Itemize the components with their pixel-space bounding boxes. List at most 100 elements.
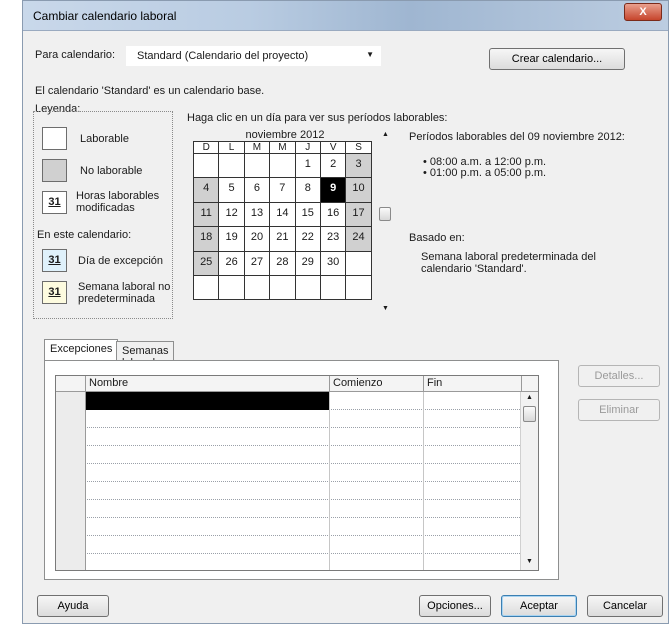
create-calendar-button[interactable]: Crear calendario... [489, 48, 625, 70]
cell-name[interactable] [86, 464, 330, 482]
calendar-day[interactable]: 6 [243, 177, 271, 203]
calendar-day[interactable]: 7 [269, 177, 296, 203]
cell-start[interactable] [330, 392, 424, 410]
calendar-day[interactable]: 2 [319, 152, 347, 179]
table-row[interactable] [56, 446, 522, 464]
tab-exceptions[interactable]: Excepciones [44, 339, 119, 360]
calendar-day[interactable] [319, 274, 347, 301]
calendar-day[interactable] [192, 274, 220, 301]
calendar-day[interactable]: 1 [294, 152, 321, 179]
calendar-day[interactable] [243, 274, 271, 301]
calendar-day[interactable]: 17 [345, 201, 372, 228]
cell-finish[interactable] [424, 428, 522, 446]
row-header[interactable] [56, 554, 86, 570]
calendar-day[interactable] [345, 274, 372, 301]
scroll-down-icon[interactable]: ▼ [526, 558, 533, 565]
cell-start[interactable] [330, 518, 424, 536]
calendar-day[interactable]: 13 [243, 201, 271, 228]
cell-start[interactable] [330, 536, 424, 554]
calendar-day[interactable]: 15 [294, 201, 321, 228]
calendar-day[interactable] [269, 152, 296, 179]
cell-start[interactable] [330, 410, 424, 428]
cell-name[interactable] [86, 482, 330, 500]
scroll-down-icon[interactable]: ▼ [382, 305, 389, 312]
calendar-day[interactable] [269, 274, 296, 301]
calendar-day[interactable]: 12 [218, 201, 245, 228]
cell-start[interactable] [330, 482, 424, 500]
cell-start[interactable] [330, 446, 424, 464]
cell-finish[interactable] [424, 410, 522, 428]
cell-start[interactable] [330, 500, 424, 518]
calendar-day[interactable] [345, 250, 372, 276]
row-header[interactable] [56, 518, 86, 536]
calendar-day[interactable]: 18 [192, 226, 220, 252]
row-header[interactable] [56, 428, 86, 446]
calendar-day[interactable]: 28 [269, 250, 296, 276]
row-header[interactable] [56, 446, 86, 464]
table-row[interactable] [56, 410, 522, 428]
cell-name[interactable] [86, 446, 330, 464]
calendar-day[interactable]: 22 [294, 226, 321, 252]
cell-name[interactable] [86, 500, 330, 518]
cell-start[interactable] [330, 554, 424, 570]
cell-finish[interactable] [424, 554, 522, 570]
calendar-day[interactable]: 29 [294, 250, 321, 276]
table-row[interactable] [56, 482, 522, 500]
calendar-select[interactable]: Standard (Calendario del proyecto) ▼ [126, 46, 381, 66]
cell-finish[interactable] [424, 446, 522, 464]
close-button[interactable]: X [624, 3, 662, 21]
cell-name[interactable] [86, 392, 330, 410]
calendar-day[interactable]: 5 [218, 177, 245, 203]
calendar-scroll-thumb[interactable] [379, 207, 391, 221]
scroll-up-icon[interactable]: ▲ [526, 394, 533, 401]
calendar-day[interactable]: 25 [192, 250, 220, 276]
calendar-day[interactable]: 8 [294, 177, 321, 203]
calendar-day[interactable]: 4 [192, 177, 220, 203]
calendar-day[interactable] [192, 152, 220, 179]
cell-name[interactable] [86, 428, 330, 446]
cell-name[interactable] [86, 518, 330, 536]
calendar-day[interactable] [243, 152, 271, 179]
cell-finish[interactable] [424, 500, 522, 518]
calendar-day[interactable] [218, 274, 245, 301]
cell-finish[interactable] [424, 392, 522, 410]
cell-name[interactable] [86, 536, 330, 554]
calendar-day[interactable] [294, 274, 321, 301]
chevron-down-icon[interactable]: ▼ [366, 50, 374, 59]
cell-finish[interactable] [424, 482, 522, 500]
ok-button[interactable]: Aceptar [501, 595, 577, 617]
table-row[interactable] [56, 536, 522, 554]
calendar-day[interactable]: 23 [319, 226, 347, 252]
calendar-day[interactable]: 26 [218, 250, 245, 276]
calendar-day[interactable]: 16 [319, 201, 347, 228]
calendar-day[interactable]: 14 [269, 201, 296, 228]
calendar-day[interactable]: 11 [192, 201, 220, 228]
cell-finish[interactable] [424, 536, 522, 554]
calendar-day[interactable]: 10 [345, 177, 372, 203]
calendar-day[interactable] [218, 152, 245, 179]
row-header[interactable] [56, 482, 86, 500]
calendar-day[interactable]: 20 [243, 226, 271, 252]
cancel-button[interactable]: Cancelar [587, 595, 663, 617]
cell-finish[interactable] [424, 518, 522, 536]
calendar-day[interactable]: 9 [319, 177, 347, 203]
calendar-day[interactable]: 3 [345, 152, 372, 179]
delete-button[interactable]: Eliminar [578, 399, 660, 421]
calendar-day[interactable]: 19 [218, 226, 245, 252]
calendar-scrollbar[interactable]: ▲ ▼ [379, 129, 393, 319]
column-finish[interactable]: Fin [424, 376, 522, 392]
exceptions-table[interactable]: Nombre Comienzo Fin ▲ ▼ [55, 375, 539, 571]
tab-work-weeks[interactable]: Semanas laborales [116, 341, 175, 369]
column-name[interactable]: Nombre [86, 376, 330, 392]
details-button[interactable]: Detalles... [578, 365, 660, 387]
table-row[interactable] [56, 392, 522, 410]
calendar-day[interactable]: 24 [345, 226, 372, 252]
column-start[interactable]: Comienzo [330, 376, 424, 392]
table-scroll-thumb[interactable] [523, 406, 536, 422]
table-row[interactable] [56, 554, 522, 570]
cell-name[interactable] [86, 410, 330, 428]
calendar-day[interactable]: 30 [319, 250, 347, 276]
cell-finish[interactable] [424, 464, 522, 482]
options-button[interactable]: Opciones... [419, 595, 491, 617]
row-header[interactable] [56, 536, 86, 554]
